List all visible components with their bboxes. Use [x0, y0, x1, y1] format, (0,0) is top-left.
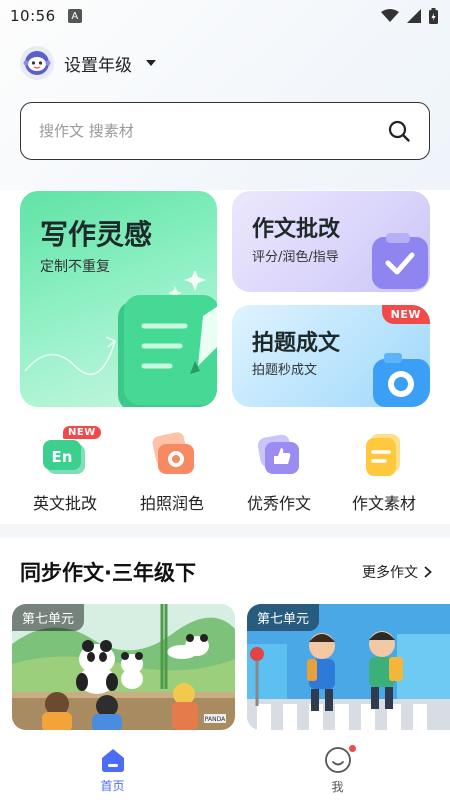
astronaut-avatar-icon [23, 51, 51, 75]
bottom-nav: 首页 我 [0, 740, 450, 800]
tool-english-correction[interactable]: En NEW 英文批改 [15, 426, 115, 513]
nav-home-label[interactable]: 首页 [100, 777, 124, 794]
photo-essay-card[interactable]: 拍题成文 拍题秒成文 NEW [232, 305, 430, 407]
notebook-pencil-icon [24, 271, 217, 407]
essay-card[interactable]: 第七单元 [247, 604, 450, 730]
card-title: 拍题成文 [252, 331, 341, 356]
photo-polish-icon [148, 430, 196, 478]
card-subtitle: 评分/润色/指导 [252, 250, 339, 265]
status-bar: 10:56 A [0, 0, 450, 32]
unit-tag: 第七单元 [247, 604, 320, 631]
panda-sign-text: PANDA [205, 716, 226, 723]
card-subtitle: 拍题秒成文 [252, 363, 318, 378]
search-bar[interactable] [20, 102, 430, 160]
essay-correction-card[interactable]: 作文批改 评分/润色/指导 [232, 191, 430, 292]
search-icon[interactable] [387, 119, 411, 143]
signal-icon [407, 9, 421, 23]
home-icon[interactable] [100, 747, 126, 773]
nav-me[interactable]: 我 [225, 740, 450, 800]
tool-photo-polish[interactable]: 拍照润色 [122, 430, 222, 513]
en-icon-text: En [52, 448, 73, 466]
new-badge: NEW [381, 305, 430, 324]
search-input[interactable] [39, 122, 387, 140]
section-divider [0, 524, 450, 538]
tool-excellent-essays[interactable]: 优秀作文 [229, 430, 329, 513]
caret-down-icon[interactable] [146, 60, 156, 66]
card-title: 写作灵感 [40, 218, 153, 251]
unit-tag: 第七单元 [12, 604, 85, 631]
nav-home[interactable]: 首页 [0, 740, 225, 800]
camera-icon [373, 353, 430, 407]
notification-a-icon: A [67, 9, 82, 23]
nav-me-label[interactable]: 我 [331, 778, 343, 795]
grade-label[interactable]: 设置年级 [64, 51, 132, 76]
avatar[interactable] [20, 46, 54, 80]
grade-selector[interactable]: 设置年级 [20, 44, 156, 82]
english-correction-icon: En NEW [41, 426, 101, 478]
battery-icon [429, 8, 438, 24]
notification-dot [349, 745, 356, 752]
tool-label: 拍照润色 [139, 494, 204, 513]
section-title: 同步作文·三年级下 [20, 561, 196, 585]
tool-label: 英文批改 [32, 494, 97, 513]
essay-card[interactable]: PANDA 第七单元 [12, 604, 235, 730]
new-badge: NEW [63, 426, 101, 439]
card-title: 作文批改 [252, 217, 341, 242]
more-essays-link[interactable]: 更多作文 [362, 562, 432, 582]
smiley-face-icon[interactable] [324, 746, 352, 774]
chevron-right-icon[interactable] [424, 566, 432, 578]
check-clipboard-icon [372, 233, 428, 289]
wifi-icon [381, 9, 399, 22]
tool-label: 作文素材 [351, 494, 416, 513]
materials-note-icon [360, 430, 408, 478]
more-essays-label[interactable]: 更多作文 [362, 562, 418, 582]
status-time: 10:56 [10, 7, 56, 25]
writing-inspiration-card[interactable]: 写作灵感 定制不重复 [20, 191, 217, 407]
thumbs-up-icon [255, 430, 303, 478]
tool-label: 优秀作文 [246, 494, 311, 513]
tool-essay-materials[interactable]: 作文素材 [334, 430, 434, 513]
